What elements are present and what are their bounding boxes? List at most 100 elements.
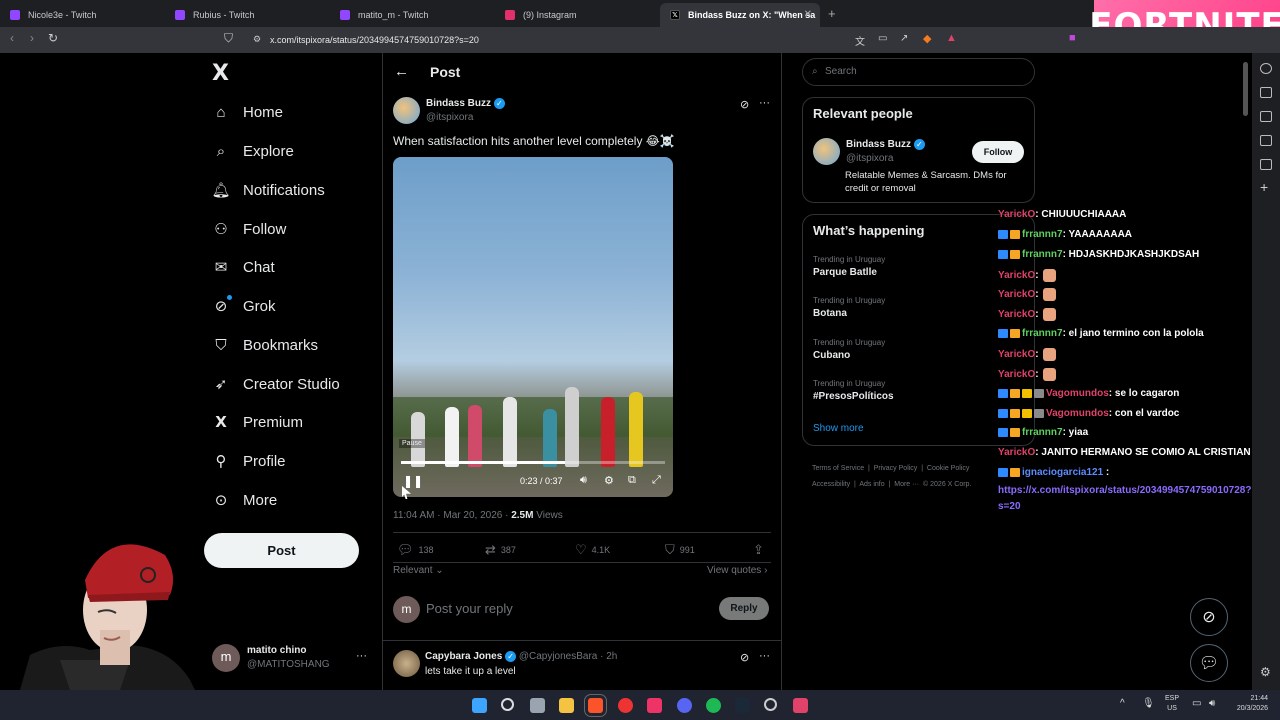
chat-username[interactable]: YarickO (998, 349, 1035, 360)
author-name[interactable]: Bindass Buzz ✓ (426, 98, 505, 109)
trend-item[interactable]: Trending in Uruguay Botana (813, 296, 885, 319)
clock[interactable]: 21:44 20/3/2026 (1228, 694, 1268, 714)
picture-in-picture-icon[interactable]: ⧉ (628, 474, 636, 487)
nav-follow[interactable]: ⚇ Follow (212, 217, 286, 241)
bookmarks-panel-icon[interactable] (1260, 135, 1272, 146)
chat-username[interactable]: YarickO (998, 209, 1035, 220)
grok-explain-icon[interactable]: ⊘ (740, 98, 749, 111)
share-icon[interactable]: ↗ (900, 33, 908, 44)
account-avatar[interactable]: m (212, 644, 240, 672)
show-more-link[interactable]: Show more (813, 423, 864, 434)
chat-username[interactable]: ignaciogarcia121 (1022, 467, 1103, 478)
reply-more-icon[interactable]: ··· (759, 650, 770, 662)
nav-profile[interactable]: ⚲ Profile (212, 449, 286, 473)
reader-icon[interactable]: ▭ (878, 33, 887, 44)
chat-username[interactable]: frrannn7 (1022, 427, 1063, 438)
nav-chat[interactable]: ✉ Chat (212, 255, 275, 279)
task-view-icon[interactable] (530, 698, 545, 713)
obs-icon[interactable] (764, 698, 777, 711)
nav-bookmarks[interactable]: ⛉ Bookmarks (212, 333, 318, 357)
wallet-icon[interactable] (1260, 87, 1272, 98)
forward-icon[interactable]: › (30, 31, 34, 45)
account-menu-icon[interactable]: ··· (356, 650, 367, 662)
reply-stat[interactable]: 💬︎ 138 (397, 542, 434, 557)
back-icon[interactable]: ‹ (10, 31, 14, 45)
reply-avatar[interactable]: m (393, 596, 420, 623)
search-icon[interactable] (501, 698, 514, 711)
chat-username[interactable]: YarickO (998, 447, 1035, 458)
tray-chevron-icon[interactable]: ^ (1120, 698, 1125, 709)
leo-icon[interactable] (1260, 63, 1272, 74)
chat-username[interactable]: Vagomundos (1046, 388, 1109, 399)
bookmark-page-icon[interactable]: ⛉ (224, 31, 233, 46)
pause-icon[interactable]: ❚❚ (403, 474, 423, 488)
grok-float-button[interactable]: ⊘ (1190, 598, 1228, 636)
browser-tab[interactable]: Nicole3e - Twitch (0, 3, 165, 27)
microphone-icon[interactable]: 🎙︎ (1142, 698, 1155, 709)
tweet-more-icon[interactable]: ··· (759, 97, 770, 109)
reply-author-avatar[interactable] (393, 650, 420, 677)
new-tab-button[interactable]: + (828, 6, 836, 21)
brave-shield-icon[interactable]: ◆ (923, 32, 931, 45)
trend-item[interactable]: Trending in Uruguay Cubano (813, 338, 885, 361)
reply-input[interactable]: Post your reply (426, 601, 513, 616)
footer-link[interactable]: Privacy Policy (874, 465, 918, 472)
bookmark-stat[interactable]: ⛉ 991 (665, 542, 695, 557)
video-progress-track[interactable] (401, 461, 665, 464)
repost-stat[interactable]: ⇄ 387 (485, 542, 516, 557)
vpn-icon[interactable] (793, 698, 808, 713)
reply-author[interactable]: Capybara Jones (425, 651, 502, 662)
nav-grok[interactable]: ⊘ Grok (212, 294, 276, 318)
browser-tab[interactable]: Rubius - Twitch (165, 3, 330, 27)
footer-link[interactable]: More ··· (894, 481, 919, 488)
spotify-icon[interactable] (706, 698, 721, 713)
chat-link[interactable]: https://x.com/itspixora/status/203499457… (998, 483, 1251, 515)
nav-premium[interactable]: X Premium (212, 410, 303, 434)
language-indicator[interactable]: ESP US (1165, 694, 1179, 714)
post-button[interactable]: Post (204, 533, 359, 568)
footer-link[interactable]: Ads info (859, 481, 884, 488)
follow-button[interactable]: Follow (972, 141, 1024, 163)
site-info-icon[interactable]: ⚙ (253, 34, 261, 45)
view-quotes-link[interactable]: View quotes › (707, 565, 767, 576)
video-player[interactable]: Pause ❚❚ 0:23 / 0:37 🔊︎ ⚙ ⧉ ⤢ (393, 157, 673, 497)
extension-icon[interactable]: ■ (1069, 32, 1076, 44)
share-stat[interactable]: ⇪ (753, 542, 769, 557)
nav-explore[interactable]: ⌕ Explore (212, 139, 294, 163)
chat-username[interactable]: YarickO (998, 309, 1035, 320)
relevant-avatar[interactable] (813, 138, 840, 165)
reading-list-icon[interactable] (1260, 159, 1272, 170)
add-panel-icon[interactable]: + (1260, 179, 1268, 195)
browser-tab-active[interactable]: 𝕏 Bindass Buzz on X: "When sa ✕ (660, 3, 820, 27)
sort-relevant[interactable]: Relevant ⌄ (393, 565, 444, 576)
brave-icon[interactable] (584, 694, 607, 717)
chat-username[interactable]: YarickO (998, 369, 1035, 380)
trend-item[interactable]: Trending in Uruguay #PresosPolíticos (813, 379, 894, 402)
browser-tab[interactable]: matito_m - Twitch (330, 3, 495, 27)
author-avatar[interactable] (393, 97, 420, 124)
network-icon[interactable]: ▭ (1192, 698, 1201, 709)
footer-link[interactable]: Accessibility (812, 481, 850, 488)
steam-icon[interactable] (735, 698, 750, 713)
brave-rewards-icon[interactable]: ▲ (946, 32, 957, 44)
chat-username[interactable]: YarickO (998, 270, 1035, 281)
footer-link[interactable]: Terms of Service (812, 465, 864, 472)
translate-icon[interactable]: 文 (855, 33, 865, 48)
volume-icon[interactable]: 🔊︎ (580, 474, 587, 487)
chat-username[interactable]: frrannn7 (1022, 249, 1063, 260)
windows-start-icon[interactable] (472, 698, 487, 713)
author-handle[interactable]: @itspixora (426, 112, 473, 123)
reply-button[interactable]: Reply (719, 597, 769, 620)
search-input[interactable]: ⌕ Search (802, 58, 1035, 86)
chat-float-button[interactable]: 💬︎ (1190, 644, 1228, 682)
grok-explain-icon[interactable]: ⊘ (740, 651, 749, 664)
settings-icon[interactable]: ⚙ (1260, 665, 1271, 679)
chat-username[interactable]: YarickO (998, 289, 1035, 300)
nav-more[interactable]: ⊙ More (212, 488, 277, 512)
file-explorer-icon[interactable] (559, 698, 574, 713)
discord-icon[interactable] (677, 698, 692, 713)
volume-icon[interactable]: 🔊︎ (1209, 698, 1215, 709)
scrollbar-thumb[interactable] (1243, 62, 1248, 116)
chat-username[interactable]: frrannn7 (1022, 328, 1063, 339)
like-stat[interactable]: ♡ 4.1K (575, 542, 610, 557)
